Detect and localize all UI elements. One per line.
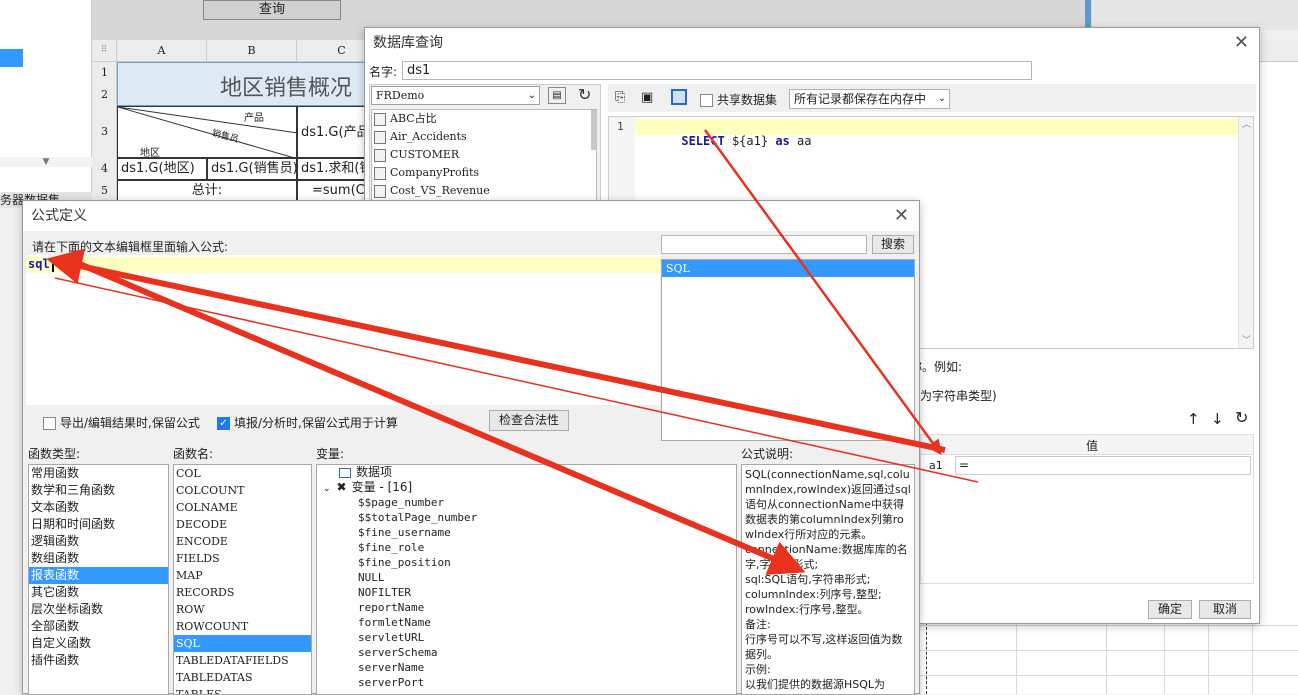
arrow-formula-to-desc xyxy=(73,259,806,575)
arrow-to-formula xyxy=(46,248,946,453)
annotation-arrows xyxy=(46,129,979,575)
